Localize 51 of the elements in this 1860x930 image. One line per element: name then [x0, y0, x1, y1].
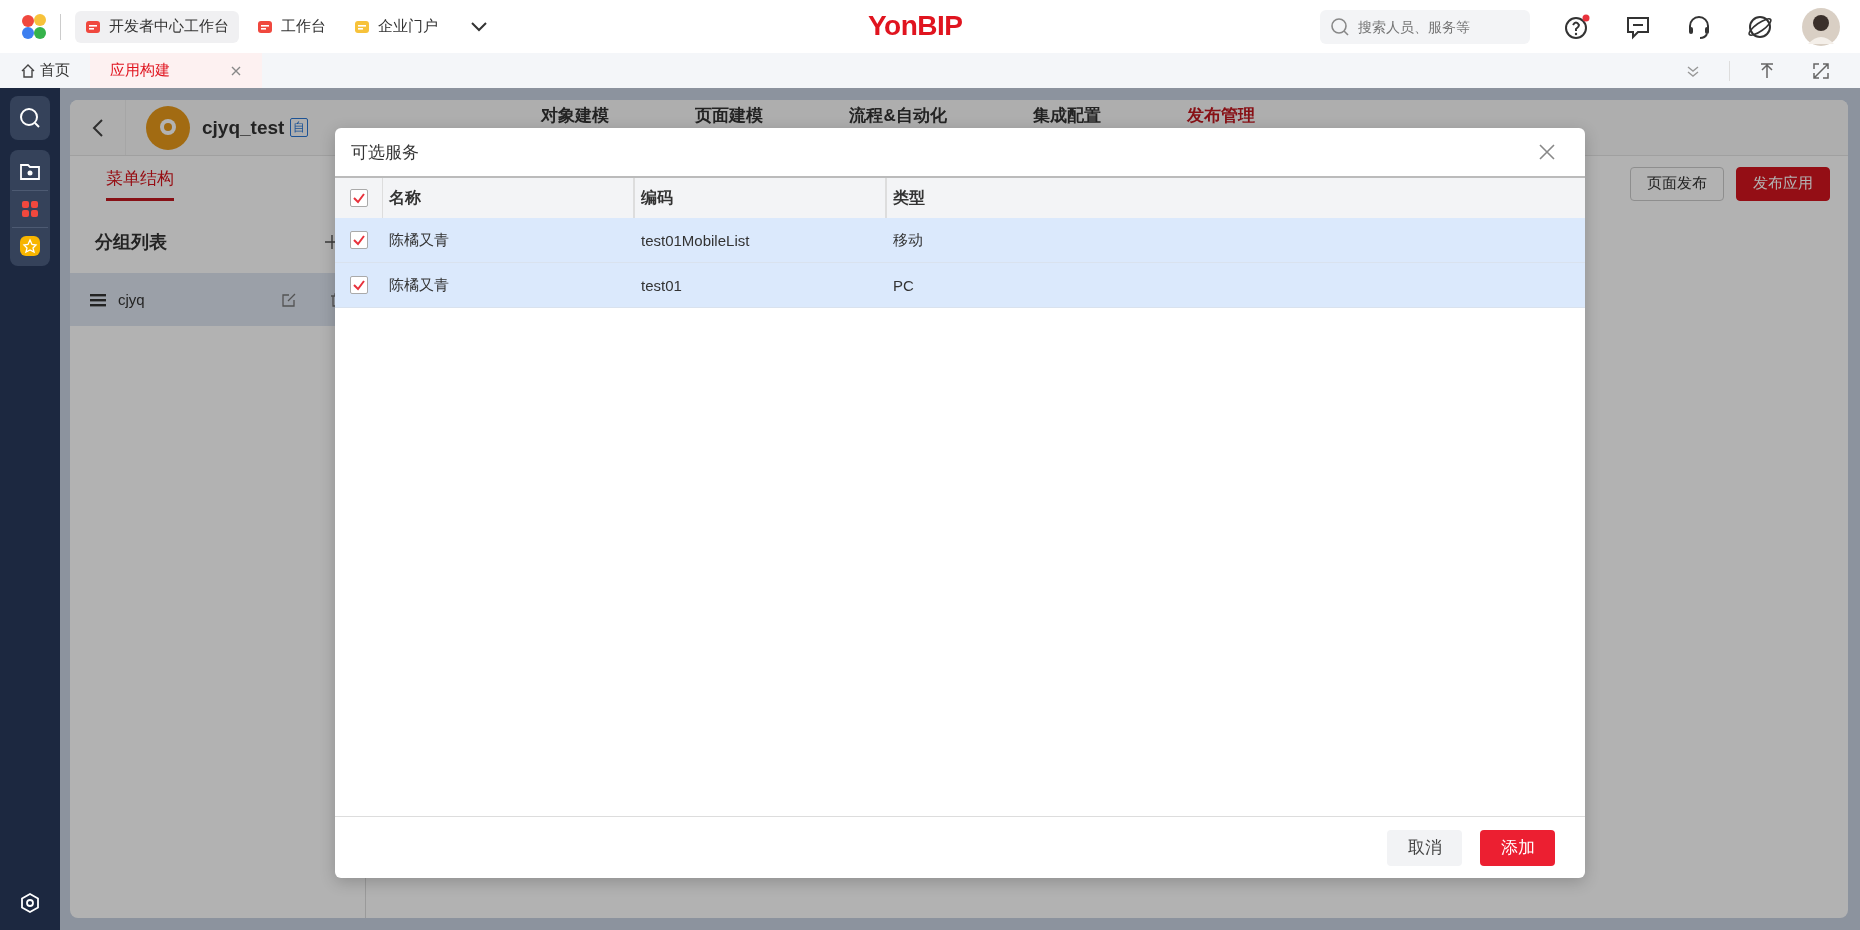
edit-icon[interactable] [281, 291, 297, 308]
table-row[interactable]: 陈橘又青 test01 PC [335, 263, 1585, 308]
table-cell-text: PC [892, 275, 915, 296]
dialog-button[interactable]: 添加 [1480, 829, 1555, 866]
table-row[interactable]: 陈橘又青 test01MobileList 移动 [335, 218, 1585, 263]
chevron-down-icon[interactable] [470, 20, 488, 33]
star-icon[interactable] [20, 236, 40, 256]
row-checkbox[interactable] [350, 276, 368, 294]
table-cell-text: test01MobileList [640, 230, 751, 251]
nav-tab[interactable]: 流程&自动化 [806, 100, 990, 127]
back-icon[interactable] [91, 117, 104, 138]
help-icon[interactable] [1563, 12, 1591, 41]
nav-tab[interactable]: 对象建模 [498, 100, 653, 127]
app-logo-icon [146, 105, 190, 150]
row-checkbox[interactable] [350, 231, 368, 249]
action-button[interactable]: 页面发布 [1630, 166, 1724, 201]
drag-handle-icon[interactable] [90, 292, 106, 307]
upload-icon[interactable] [1758, 61, 1776, 80]
workspace-tab[interactable]: 工作台 [247, 10, 336, 43]
user-avatar[interactable] [1802, 7, 1840, 46]
search-icon [1330, 16, 1350, 37]
action-button[interactable]: 发布应用 [1736, 166, 1830, 201]
close-icon[interactable] [230, 64, 242, 77]
column-header: 类型 [892, 187, 926, 208]
table-cell-text: 移动 [892, 229, 924, 250]
dialog-title: 可选服务 [351, 141, 419, 164]
app-badge: 自 [290, 118, 309, 137]
table-cell-text: 陈橘又青 [388, 274, 450, 295]
table-cell-text: test01 [640, 275, 683, 296]
brand-logo: YonBIP [868, 10, 963, 42]
settings-icon[interactable] [19, 892, 41, 914]
app-name: cjyq_test [202, 116, 285, 139]
grid-icon[interactable] [20, 199, 40, 219]
nav-tab[interactable]: 发布管理 [1143, 100, 1298, 127]
nav-tab[interactable]: 页面建模 [652, 100, 807, 127]
dialog-button[interactable]: 取消 [1387, 829, 1462, 866]
group-list-title: 分组列表 [95, 231, 167, 254]
search-field[interactable]: 搜索人员、服务等 [1320, 9, 1530, 44]
page-tab[interactable]: 首页 [0, 53, 90, 88]
sub-tab[interactable]: 菜单结构 [106, 166, 174, 201]
fullscreen-icon[interactable] [1812, 61, 1830, 80]
workspace-tab[interactable]: 企业门户 [344, 10, 448, 43]
home-icon [20, 62, 36, 79]
search-icon[interactable] [18, 106, 42, 130]
close-icon[interactable] [1539, 144, 1555, 160]
app-logo-icon [20, 12, 48, 41]
page-tab[interactable]: 应用构建 [90, 53, 262, 88]
select-all-checkbox[interactable] [349, 189, 368, 207]
nav-tab[interactable]: 集成配置 [989, 100, 1144, 127]
workspace-tab[interactable]: 开发者中心工作台 [75, 10, 239, 43]
table-cell-text: 陈橘又青 [388, 229, 450, 250]
